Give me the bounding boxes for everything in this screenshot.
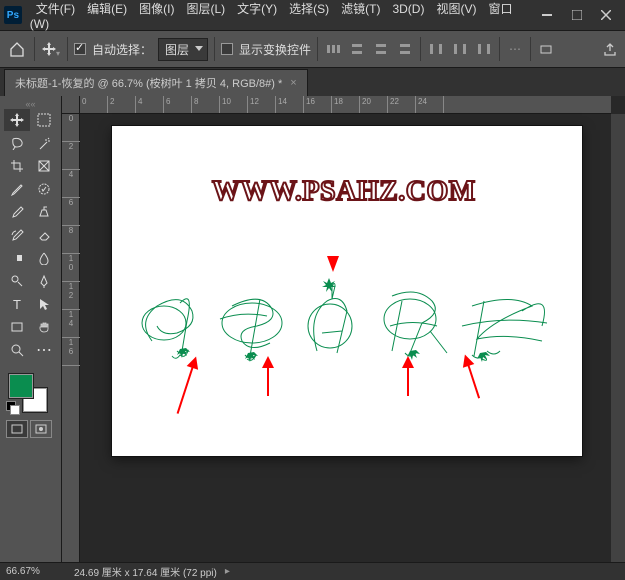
auto-select-label: 自动选择： bbox=[92, 41, 152, 58]
document-tab[interactable]: 未标题-1-恢复的 @ 66.7% (桉树叶 1 拷贝 4, RGB/8#) *… bbox=[4, 69, 308, 96]
mode-icon[interactable] bbox=[537, 40, 555, 58]
move-tool[interactable] bbox=[4, 109, 30, 131]
default-colors-icon[interactable] bbox=[6, 401, 20, 415]
tool-panel: «« T ⋯ bbox=[0, 96, 62, 562]
ruler-corner[interactable] bbox=[62, 96, 80, 114]
menu-item[interactable]: 图像(I) bbox=[133, 2, 180, 16]
menu-item[interactable]: 3D(D) bbox=[386, 2, 430, 16]
edit-toolbar-icon[interactable]: ⋯ bbox=[31, 339, 57, 361]
quickmask-mode-icon[interactable] bbox=[30, 420, 52, 438]
arrow-up-2-icon bbox=[267, 366, 269, 396]
rectangle-tool[interactable] bbox=[4, 316, 30, 338]
zoom-level[interactable]: 66.67% bbox=[6, 566, 66, 577]
home-icon[interactable] bbox=[6, 38, 28, 60]
arrow-down-icon bbox=[327, 256, 339, 272]
gradient-tool[interactable] bbox=[4, 247, 30, 269]
panel-handle-icon[interactable]: «« bbox=[4, 100, 57, 108]
tab-close-icon[interactable]: × bbox=[290, 77, 296, 89]
share-icon[interactable] bbox=[601, 40, 619, 58]
show-transform-checkbox[interactable] bbox=[221, 43, 233, 55]
marquee-tool[interactable] bbox=[31, 109, 57, 131]
standard-mode-icon[interactable] bbox=[6, 420, 28, 438]
document-canvas[interactable]: WWW.PSAHZ.COM bbox=[112, 126, 582, 456]
dist-icon-3[interactable] bbox=[475, 40, 493, 58]
menu-item[interactable]: 文字(Y) bbox=[231, 2, 283, 16]
arrow-up-1-icon bbox=[177, 366, 194, 414]
arrow-up-3-icon bbox=[407, 366, 409, 396]
lasso-tool[interactable] bbox=[4, 132, 30, 154]
path-select-tool[interactable] bbox=[31, 293, 57, 315]
crop-tool[interactable] bbox=[4, 155, 30, 177]
align-icon-3[interactable] bbox=[372, 40, 390, 58]
history-brush-tool[interactable] bbox=[4, 224, 30, 246]
clone-stamp-tool[interactable] bbox=[31, 201, 57, 223]
dist-icon-2[interactable] bbox=[451, 40, 469, 58]
menu-item[interactable]: 选择(S) bbox=[283, 2, 335, 16]
eyedropper-tool[interactable] bbox=[4, 178, 30, 200]
menu-item[interactable]: 图层(L) bbox=[180, 2, 231, 16]
menu-item[interactable]: 文件(F) bbox=[30, 2, 81, 16]
watermark-text: WWW.PSAHZ.COM bbox=[212, 176, 476, 208]
magic-wand-tool[interactable] bbox=[31, 132, 57, 154]
brush-tool[interactable] bbox=[4, 201, 30, 223]
menu-item[interactable]: 视图(V) bbox=[430, 2, 482, 16]
align-icon-1[interactable] bbox=[324, 40, 342, 58]
frame-tool[interactable] bbox=[31, 155, 57, 177]
tab-bar: 未标题-1-恢复的 @ 66.7% (桉树叶 1 拷贝 4, RGB/8#) *… bbox=[0, 68, 625, 96]
eraser-tool[interactable] bbox=[31, 224, 57, 246]
ruler-vertical[interactable]: 0246810121416 bbox=[62, 114, 80, 562]
dist-icon-1[interactable] bbox=[427, 40, 445, 58]
hand-tool[interactable] bbox=[31, 316, 57, 338]
menu-item[interactable]: 编辑(E) bbox=[81, 2, 133, 16]
show-transform-label: 显示变换控件 bbox=[239, 41, 311, 58]
blur-tool[interactable] bbox=[31, 247, 57, 269]
maximize-button[interactable] bbox=[562, 3, 592, 27]
menu-item[interactable]: 滤镜(T) bbox=[335, 2, 386, 16]
move-tool-icon[interactable]: ▾ bbox=[41, 39, 61, 59]
foreground-color[interactable] bbox=[8, 373, 34, 399]
dodge-tool[interactable] bbox=[4, 270, 30, 292]
vertical-scrollbar[interactable] bbox=[611, 114, 625, 562]
minimize-button[interactable] bbox=[532, 3, 562, 27]
pen-tool[interactable] bbox=[31, 270, 57, 292]
healing-tool[interactable] bbox=[31, 178, 57, 200]
titlebar: Ps 文件(F)编辑(E)图像(I)图层(L)文字(Y)选择(S)滤镜(T)3D… bbox=[0, 0, 625, 30]
close-button[interactable] bbox=[591, 3, 621, 27]
canvas-area: 024681012141618202224 0246810121416 WWW.… bbox=[62, 96, 625, 562]
svg-text:T: T bbox=[13, 297, 21, 311]
align-icon-2[interactable] bbox=[348, 40, 366, 58]
arrow-up-4-icon bbox=[467, 364, 480, 399]
align-icon-4[interactable] bbox=[396, 40, 414, 58]
more-icon[interactable]: ⋯ bbox=[506, 40, 524, 58]
info-chevron-icon[interactable]: ▸ bbox=[225, 566, 230, 577]
type-tool[interactable]: T bbox=[4, 293, 30, 315]
color-swatch[interactable] bbox=[8, 373, 48, 413]
app-icon: Ps bbox=[4, 6, 22, 24]
script-text bbox=[132, 271, 562, 391]
zoom-tool[interactable] bbox=[4, 339, 30, 361]
status-bar: 66.67% 24.69 厘米 x 17.64 厘米 (72 ppi) ▸ bbox=[0, 562, 625, 580]
auto-select-checkbox[interactable] bbox=[74, 43, 86, 55]
options-bar: ▾ 自动选择： 图层 显示变换控件 ⋯ bbox=[0, 30, 625, 68]
tab-title: 未标题-1-恢复的 @ 66.7% (桉树叶 1 拷贝 4, RGB/8#) * bbox=[15, 75, 282, 91]
auto-select-dropdown[interactable]: 图层 bbox=[158, 38, 208, 61]
ruler-horizontal[interactable]: 024681012141618202224 bbox=[80, 96, 611, 114]
document-info[interactable]: 24.69 厘米 x 17.64 厘米 (72 ppi) bbox=[74, 564, 217, 579]
